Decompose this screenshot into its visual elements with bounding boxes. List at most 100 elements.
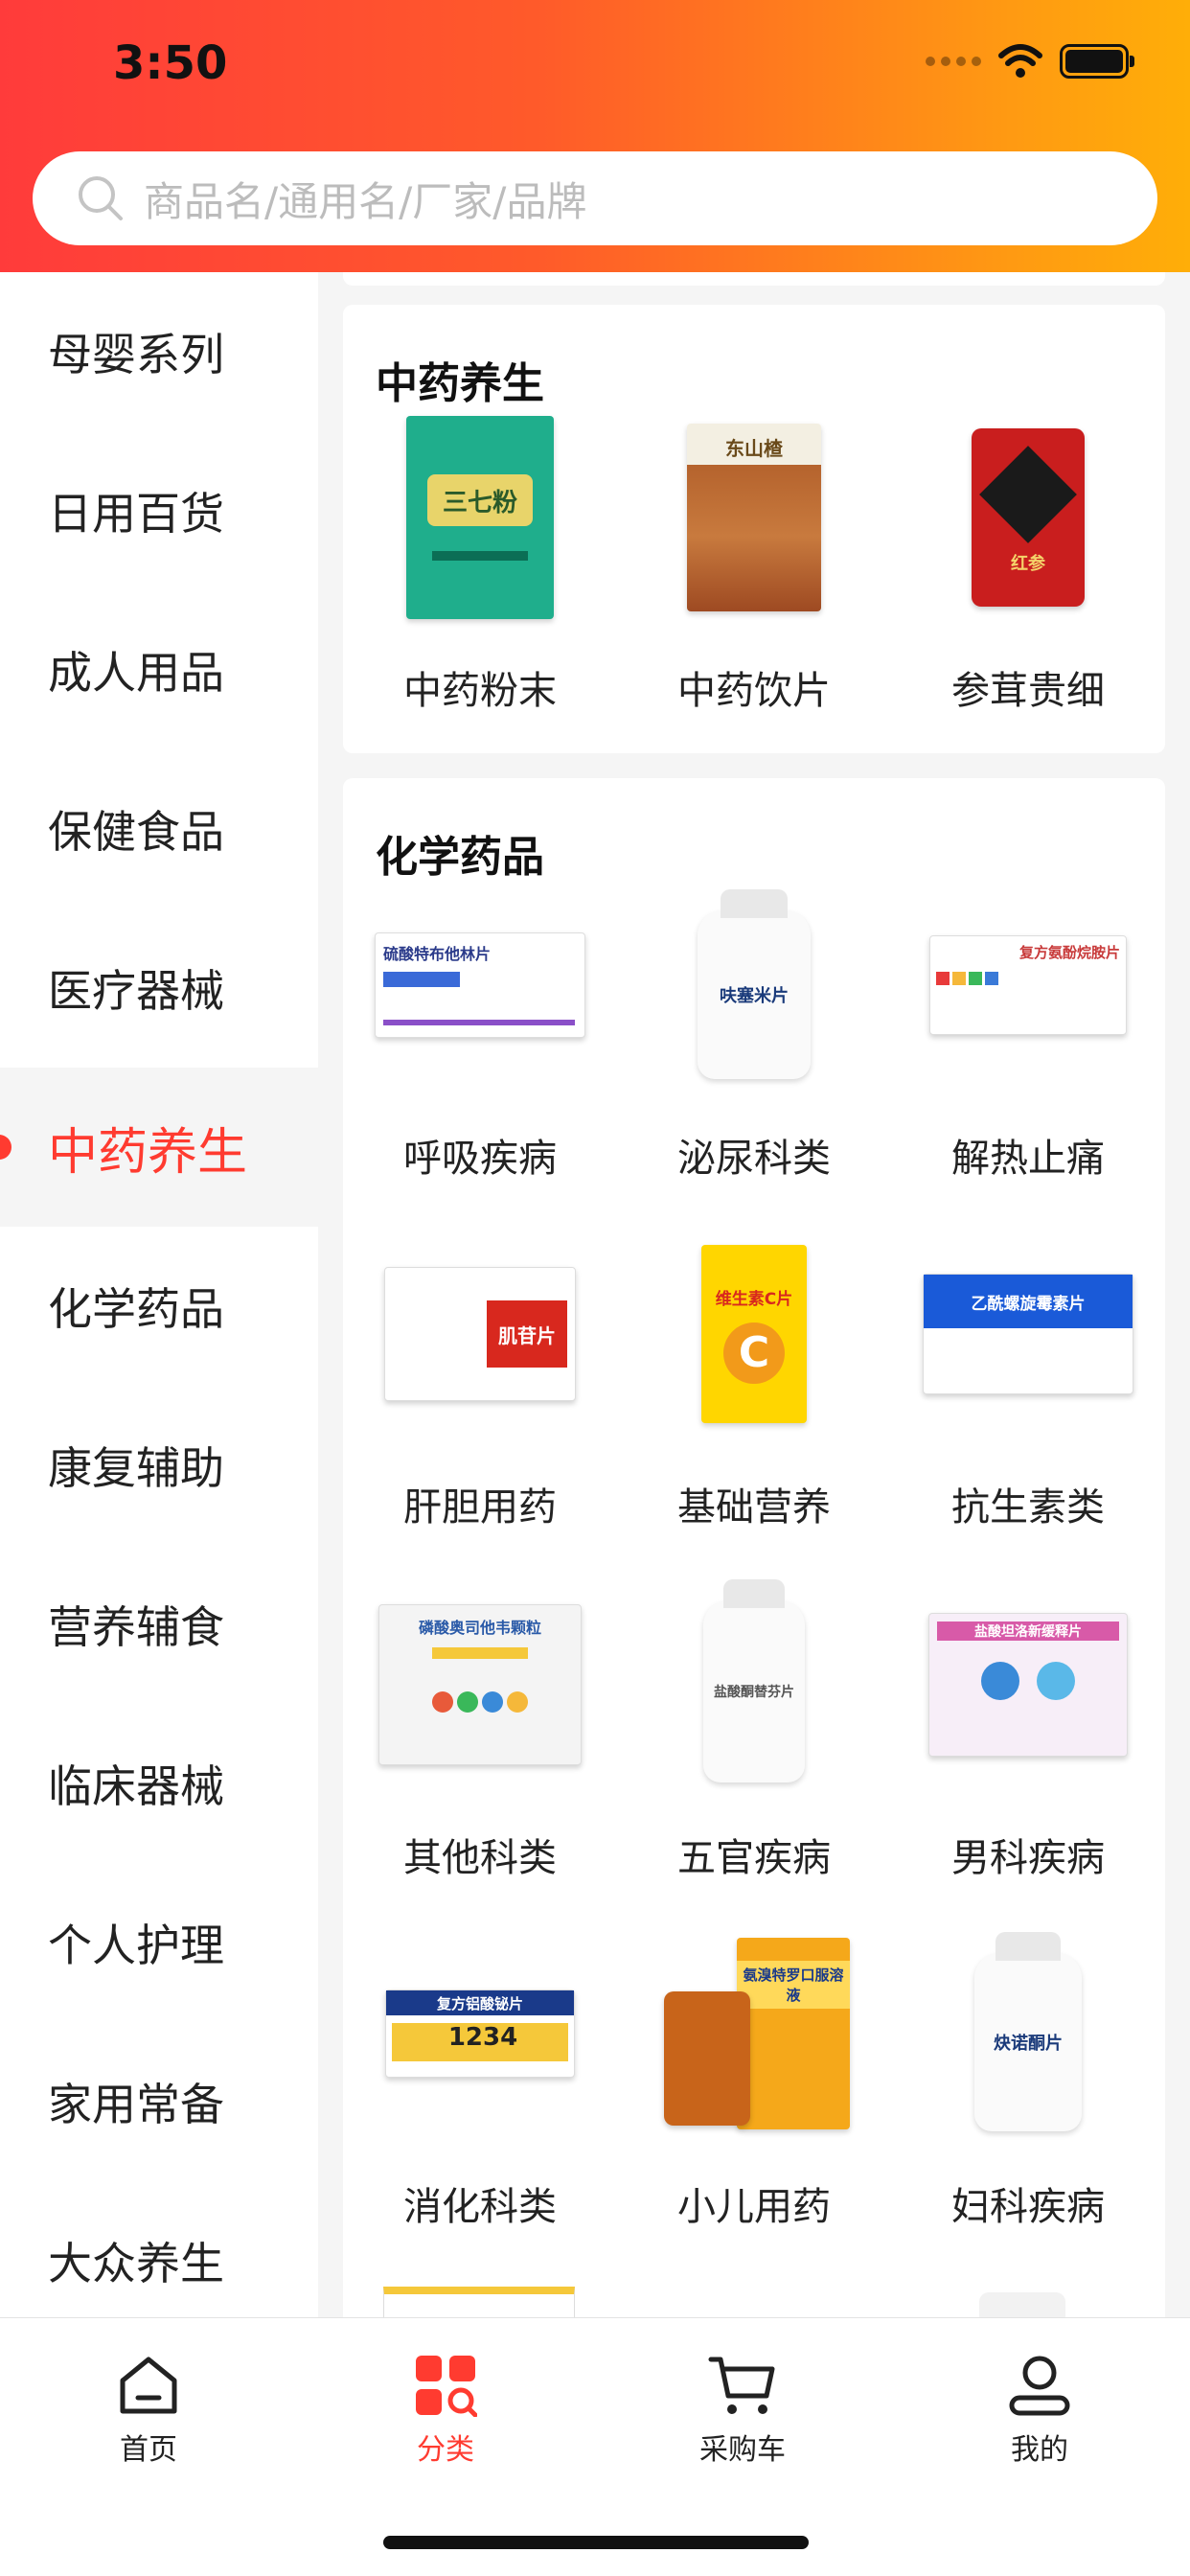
tile-label: 其他科类	[403, 1836, 557, 1880]
category-tile[interactable]: 复方氨酚烷胺片 解热止痛	[891, 880, 1165, 1183]
category-tile[interactable]: 维生素C片 C 基础营养	[617, 1229, 891, 1531]
search-input[interactable]: 商品名/通用名/厂家/品牌	[33, 151, 1157, 245]
sidebar-item-label: 医疗器械	[48, 965, 224, 1017]
tab-profile[interactable]: 我的	[891, 2347, 1188, 2468]
product-image: 复方铝酸铋片 1234	[375, 1928, 585, 2139]
sidebar-item-label: 临床器械	[48, 1760, 224, 1812]
category-tile[interactable]: 乙酰螺旋霉素片 抗生素类	[891, 1229, 1165, 1531]
category-tile[interactable]: 复方铝酸铋片 1234 消化科类	[343, 1928, 617, 2231]
product-text: 盐酸酮替芬片	[714, 1685, 794, 1700]
product-image: 乙酰螺旋霉素片	[923, 1229, 1133, 1439]
tile-label: 消化科类	[403, 2185, 557, 2229]
sidebar-item-label: 营养辅食	[48, 1601, 224, 1653]
product-image: 红参	[923, 412, 1133, 623]
sidebar-item-zhongyao-active[interactable]: 中药养生	[0, 1068, 318, 1227]
profile-icon	[1009, 2356, 1070, 2416]
partial-product-image	[979, 2292, 1065, 2317]
tile-label: 解热止痛	[951, 1137, 1105, 1181]
product-text: 炔诺酮片	[994, 2034, 1063, 2054]
sidebar-item-baojian[interactable]: 保健食品	[0, 749, 318, 908]
sidebar-item-label: 家用常备	[48, 2079, 224, 2130]
sidebar-item-label: 化学药品	[48, 1283, 224, 1335]
product-image: 硫酸特布他林片	[375, 880, 585, 1091]
sidebar-item-label: 成人用品	[48, 647, 224, 699]
product-text: 肌苷片	[498, 1323, 556, 1347]
product-image: 炔诺酮片	[923, 1928, 1133, 2139]
product-image: 呋塞米片	[649, 880, 859, 1091]
tile-label: 五官疾病	[677, 1836, 831, 1880]
product-image: 盐酸酮替芬片	[649, 1579, 859, 1790]
product-text: 复方铝酸铋片	[436, 1994, 523, 2012]
product-image: 东山楂	[649, 412, 859, 623]
category-tile[interactable]: 肌苷片 肝胆用药	[343, 1229, 617, 1531]
product-text: 维生素C片	[715, 1289, 793, 1309]
product-image: 氨溴特罗口服溶液	[649, 1928, 859, 2139]
category-tile[interactable]: 盐酸酮替芬片 五官疾病	[617, 1579, 891, 1882]
sidebar-item-linchuang[interactable]: 临床器械	[0, 1704, 318, 1863]
home-indicator	[383, 2536, 809, 2549]
section-card-huaxue: 化学药品 硫酸特布他林片 呼吸疾病 呋塞米片 泌尿科类 复方氨酚烷胺片 解热止痛…	[343, 778, 1165, 2317]
sidebar-item-muying[interactable]: 母婴系列	[0, 272, 318, 431]
category-tile[interactable]: 磷酸奥司他韦颗粒 其他科类	[343, 1579, 617, 1882]
tab-home[interactable]: 首页	[0, 2347, 297, 2468]
tile-label: 抗生素类	[951, 1485, 1105, 1530]
product-text: 三七粉	[442, 488, 517, 518]
tab-label: 采购车	[699, 2433, 786, 2467]
sidebar-item-label: 个人护理	[48, 1920, 224, 1971]
tile-label: 肝胆用药	[403, 1485, 557, 1530]
sidebar-item-yiliao[interactable]: 医疗器械	[0, 908, 318, 1068]
tile-label: 参茸贵细	[951, 669, 1105, 713]
category-tile[interactable]: 呋塞米片 泌尿科类	[617, 880, 891, 1183]
product-text: 硫酸特布他林片	[383, 945, 492, 963]
category-sidebar: 母婴系列 日用百货 成人用品 保健食品 医疗器械 中药养生 化学药品 康复辅助 …	[0, 272, 318, 2317]
battery-icon	[1060, 44, 1134, 79]
category-tile[interactable]: 硫酸特布他林片 呼吸疾病	[343, 880, 617, 1183]
product-text: 呋塞米片	[720, 986, 789, 1006]
wifi-icon	[998, 44, 1042, 78]
sidebar-item-huaxue[interactable]: 化学药品	[0, 1227, 318, 1386]
header: 3:50 商品名/通用名/厂家/品牌	[0, 0, 1190, 272]
section-title: 化学药品	[376, 833, 544, 882]
sidebar-item-chengren[interactable]: 成人用品	[0, 590, 318, 749]
product-text: 盐酸坦洛新缓释片	[937, 1622, 1119, 1641]
previous-card-edge	[343, 272, 1165, 286]
product-text: 乙酰螺旋霉素片	[971, 1294, 1086, 1314]
category-tile[interactable]: 东山楂 中药饮片	[617, 412, 891, 715]
sidebar-item-yingyang[interactable]: 营养辅食	[0, 1545, 318, 1704]
partial-product-image	[383, 2287, 575, 2317]
sidebar-item-riyong[interactable]: 日用百货	[0, 431, 318, 590]
tab-category[interactable]: 分类	[297, 2347, 594, 2468]
home-icon	[120, 2357, 177, 2414]
sidebar-item-huli[interactable]: 个人护理	[0, 1863, 318, 2022]
sidebar-item-label: 母婴系列	[48, 329, 224, 380]
product-image: 三七粉	[375, 412, 585, 623]
search-icon	[79, 176, 123, 220]
tile-label: 小儿用药	[677, 2185, 831, 2229]
status-icons	[926, 44, 1134, 79]
product-image: 肌苷片	[375, 1229, 585, 1439]
category-tile[interactable]: 三七粉 中药粉末	[343, 412, 617, 715]
product-image: 盐酸坦洛新缓释片	[923, 1579, 1133, 1790]
tile-label: 男科疾病	[951, 1836, 1105, 1880]
sidebar-item-jiayong[interactable]: 家用常备	[0, 2022, 318, 2181]
sidebar-item-kangfu[interactable]: 康复辅助	[0, 1386, 318, 1545]
category-tile[interactable]: 炔诺酮片 妇科疾病	[891, 1928, 1165, 2231]
active-indicator	[0, 1135, 11, 1160]
tile-label: 中药粉末	[403, 669, 557, 713]
tile-label: 呼吸疾病	[403, 1137, 557, 1181]
tile-label: 妇科疾病	[951, 2185, 1105, 2229]
product-text: 磷酸奥司他韦颗粒	[418, 1619, 541, 1637]
category-tile[interactable]: 氨溴特罗口服溶液 小儿用药	[617, 1928, 891, 2231]
tab-label: 分类	[417, 2433, 474, 2467]
product-text: 复方氨酚烷胺片	[1018, 944, 1120, 961]
category-icon	[416, 2356, 477, 2417]
product-image: 复方氨酚烷胺片	[923, 880, 1133, 1091]
tab-cart[interactable]: 采购车	[594, 2347, 891, 2468]
tile-label: 泌尿科类	[677, 1137, 831, 1181]
sidebar-item-label: 保健食品	[48, 806, 224, 858]
section-card-zhongyao: 中药养生 三七粉 中药粉末 东山楂 中药饮片 红参 参茸贵细	[343, 305, 1165, 753]
product-text: 氨溴特罗口服溶液	[737, 1961, 850, 2009]
category-tile[interactable]: 盐酸坦洛新缓释片 男科疾病	[891, 1579, 1165, 1882]
sidebar-item-label: 日用百货	[48, 488, 224, 540]
category-tile[interactable]: 红参 参茸贵细	[891, 412, 1165, 715]
